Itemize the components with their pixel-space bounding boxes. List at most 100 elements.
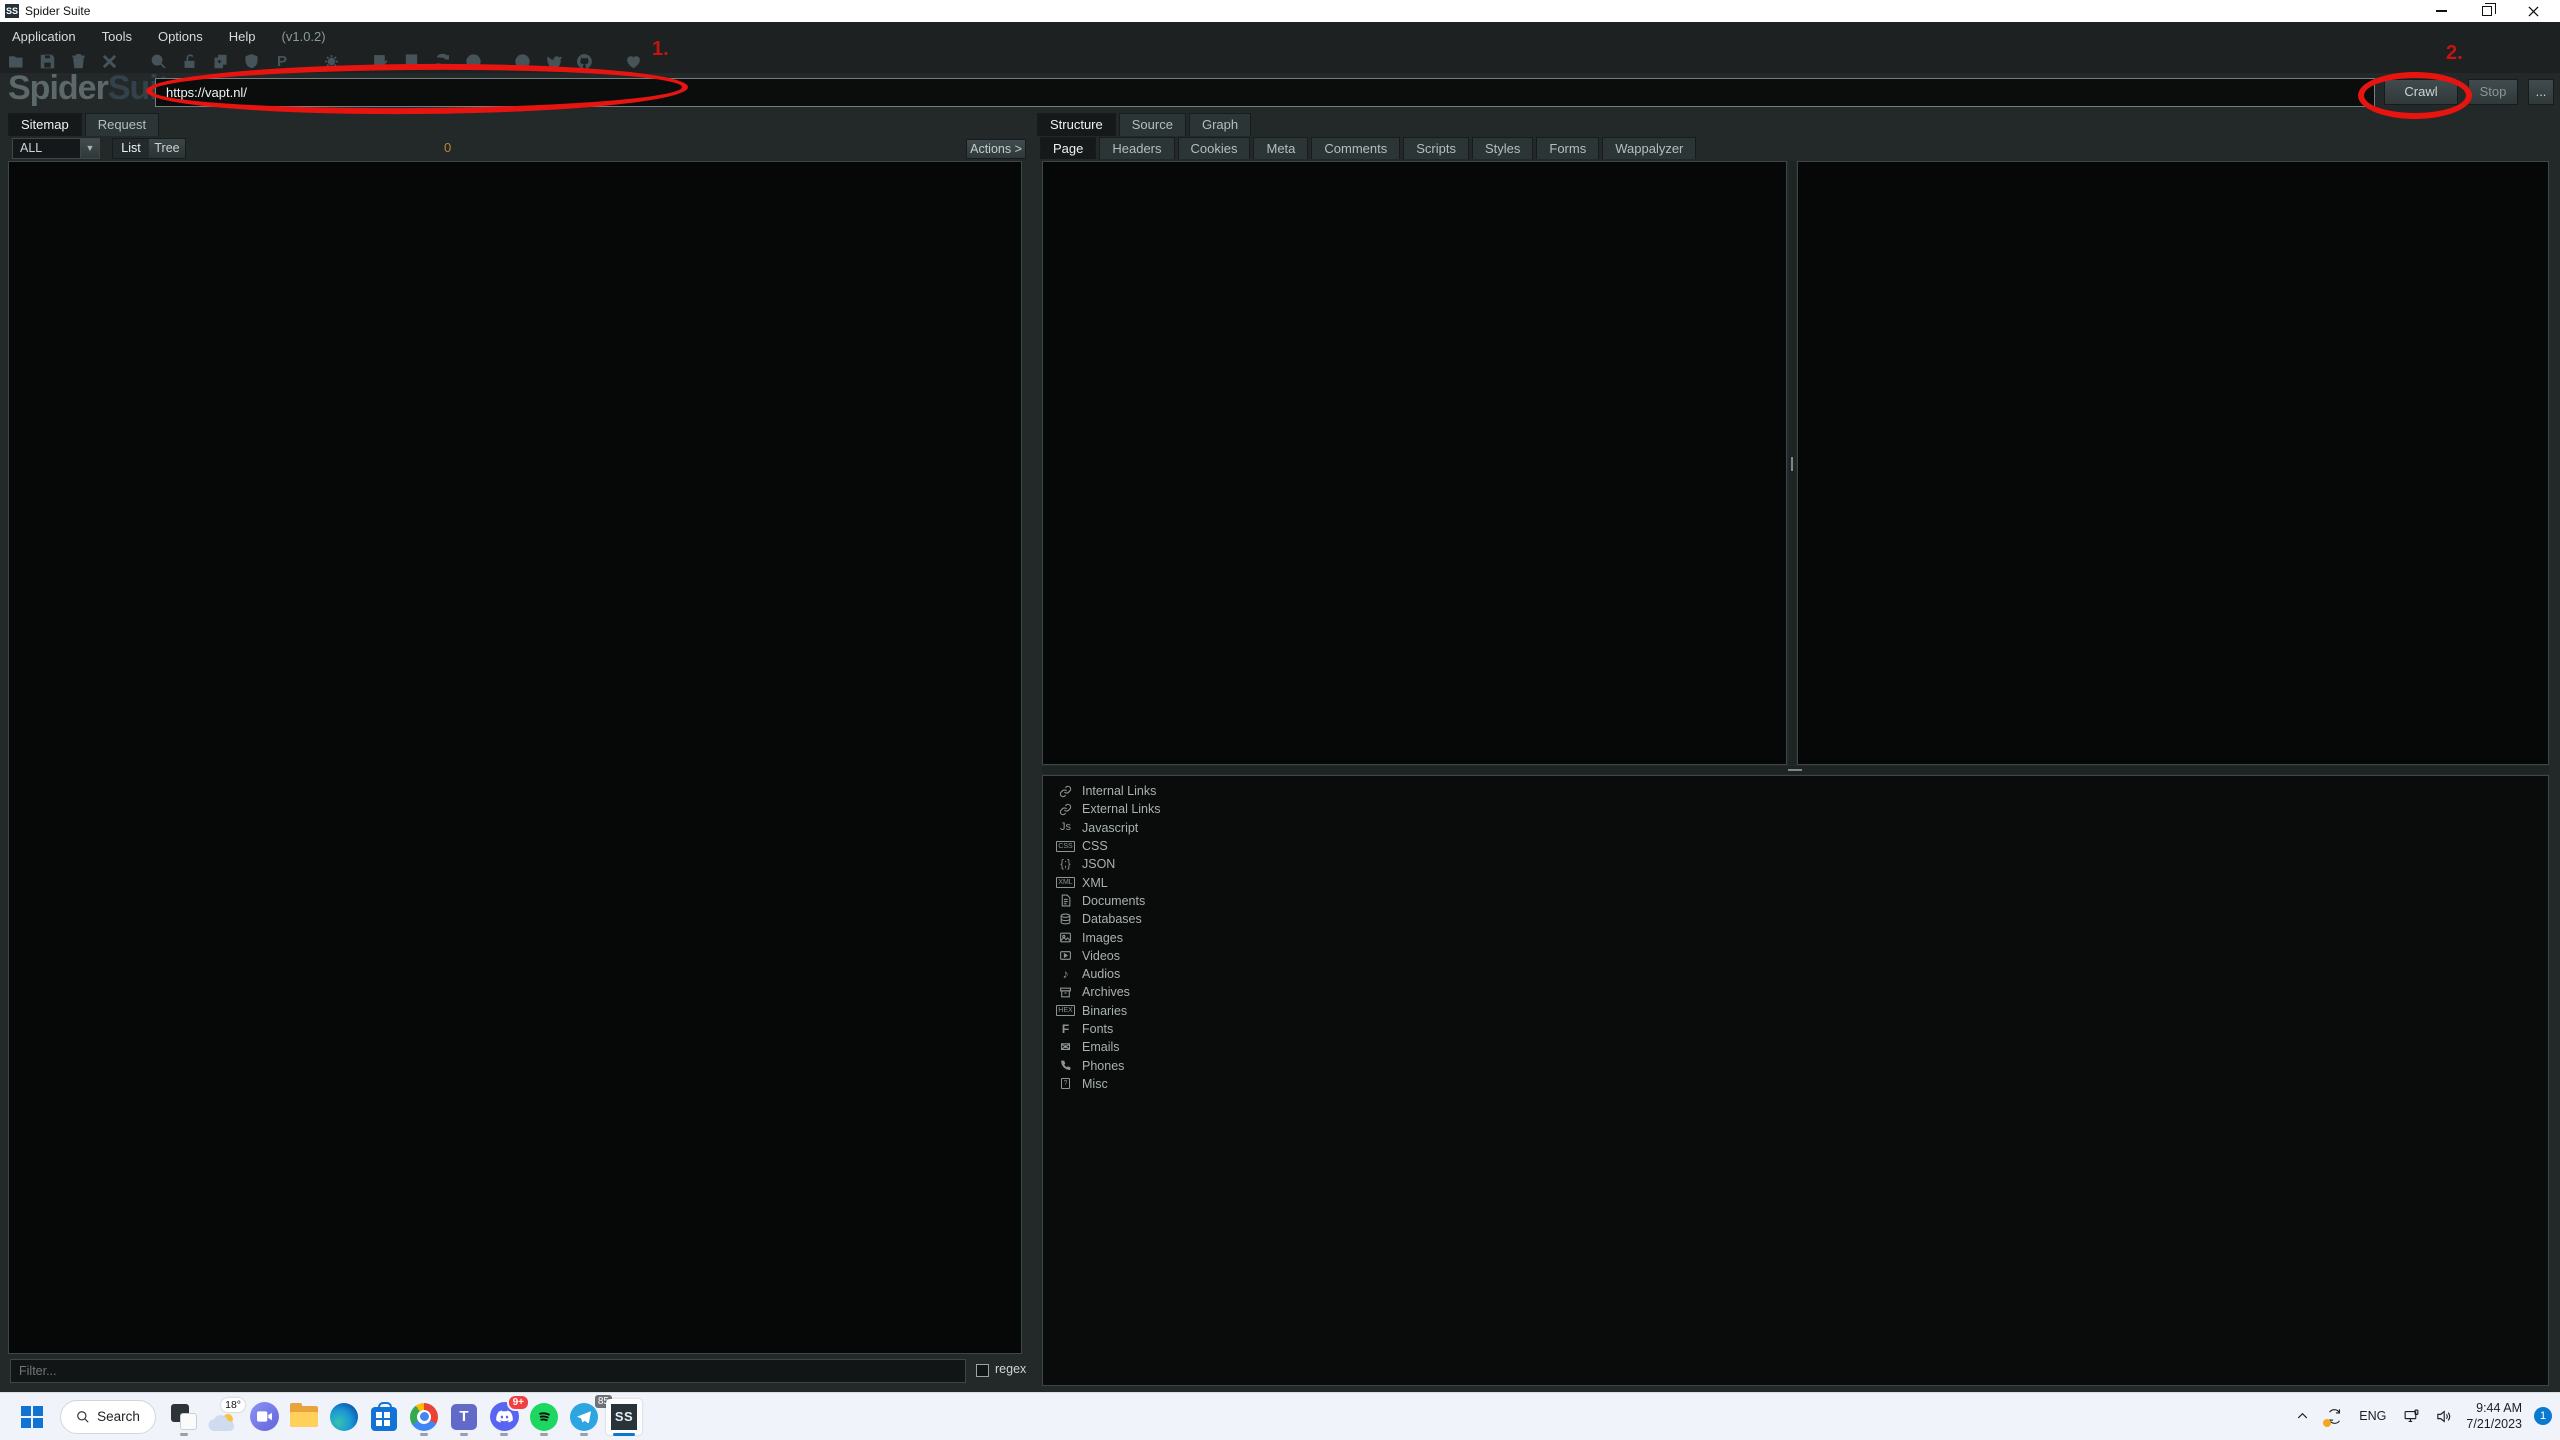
menu-help[interactable]: Help — [229, 29, 270, 44]
copy-icon[interactable] — [211, 53, 229, 71]
link-type-binaries[interactable]: HEXBinaries — [1057, 1002, 2548, 1020]
taskbar-file-explorer[interactable] — [284, 1397, 324, 1437]
archive-icon — [1057, 986, 1074, 999]
settings-gear-icon[interactable] — [322, 53, 340, 71]
page-detail-pane-left[interactable] — [1042, 161, 1787, 765]
link-type-databases[interactable]: Databases — [1057, 910, 2548, 928]
info-icon[interactable] — [464, 53, 482, 71]
link-type-fonts[interactable]: FFonts — [1057, 1020, 2548, 1038]
tab-structure[interactable]: Structure — [1037, 113, 1116, 136]
link-type-xml[interactable]: XMLXML — [1057, 873, 2548, 891]
list-view-button[interactable]: List — [113, 139, 149, 158]
link-type-images[interactable]: Images — [1057, 928, 2548, 946]
shield-icon[interactable] — [242, 53, 260, 71]
menu-application[interactable]: Application — [12, 29, 90, 44]
tray-chevron-up-icon[interactable] — [2289, 1401, 2315, 1431]
start-button[interactable] — [12, 1397, 52, 1437]
weather-temp: 18° — [221, 1398, 245, 1412]
tab-graph[interactable]: Graph — [1189, 113, 1251, 136]
subtab-comments[interactable]: Comments — [1311, 137, 1400, 159]
link-type-emails[interactable]: ✉Emails — [1057, 1038, 2548, 1056]
refresh-icon[interactable] — [433, 53, 451, 71]
network-icon[interactable] — [2398, 1401, 2424, 1431]
link-type-json[interactable]: {;}JSON — [1057, 855, 2548, 873]
browser-icon[interactable] — [513, 53, 531, 71]
subtab-wappalyzer[interactable]: Wappalyzer — [1602, 137, 1696, 159]
twitter-icon[interactable] — [544, 53, 562, 71]
subtab-styles[interactable]: Styles — [1472, 137, 1533, 159]
proxy-icon[interactable]: P — [273, 53, 291, 71]
search-icon[interactable] — [149, 53, 167, 71]
notes-icon[interactable] — [371, 53, 389, 71]
heart-icon[interactable] — [624, 53, 642, 71]
actions-button[interactable]: Actions > — [966, 139, 1026, 159]
taskbar-teams[interactable]: T — [444, 1397, 484, 1437]
link-type-audios[interactable]: ♪Audios — [1057, 965, 2548, 983]
vertical-splitter[interactable] — [1789, 161, 1796, 765]
taskbar-chrome[interactable] — [404, 1397, 444, 1437]
taskbar-telegram[interactable]: 85 — [564, 1397, 604, 1437]
open-folder-icon[interactable] — [7, 53, 25, 71]
link-type-javascript[interactable]: JsJavascript — [1057, 819, 2548, 837]
taskbar-spider-suite[interactable]: SS — [604, 1397, 644, 1437]
page-detail-pane-right[interactable] — [1797, 161, 2549, 765]
notification-badge[interactable]: 1 — [2534, 1407, 2552, 1425]
task-view-button[interactable] — [164, 1397, 204, 1437]
menu-tools[interactable]: Tools — [102, 29, 146, 44]
tab-request[interactable]: Request — [85, 113, 159, 136]
weather-widget[interactable]: 18° — [204, 1397, 244, 1437]
taskbar-spotify[interactable] — [524, 1397, 564, 1437]
stop-button[interactable]: Stop — [2468, 79, 2518, 105]
github-icon[interactable] — [575, 53, 593, 71]
link-type-external-links[interactable]: External Links — [1057, 800, 2548, 818]
trash-icon[interactable] — [69, 53, 87, 71]
taskbar-store[interactable] — [364, 1397, 404, 1437]
restore-button[interactable] — [2464, 0, 2510, 22]
clock[interactable]: 9:44 AM 7/21/2023 — [2462, 1400, 2526, 1433]
link-type-internal-links[interactable]: Internal Links — [1057, 782, 2548, 800]
subtab-page[interactable]: Page — [1040, 137, 1096, 159]
volume-icon[interactable] — [2430, 1401, 2456, 1431]
sitemap-filter-dropdown[interactable]: ALL ▼ — [12, 138, 100, 159]
regex-checkbox[interactable] — [976, 1364, 989, 1377]
subtab-cookies[interactable]: Cookies — [1178, 137, 1251, 159]
sync-status-dot — [2323, 1419, 2331, 1427]
taskbar-chat[interactable] — [244, 1397, 284, 1437]
tray-sync-icon[interactable] — [2321, 1401, 2347, 1431]
tab-sitemap[interactable]: Sitemap — [8, 113, 82, 136]
link-icon — [1057, 803, 1074, 816]
language-indicator[interactable]: ENG — [2353, 1409, 2392, 1423]
subtab-headers[interactable]: Headers — [1099, 137, 1174, 159]
subtab-scripts[interactable]: Scripts — [1403, 137, 1469, 159]
close-x-icon[interactable] — [100, 53, 118, 71]
tree-view-button[interactable]: Tree — [149, 139, 185, 158]
save-icon[interactable] — [38, 53, 56, 71]
menu-options[interactable]: Options — [158, 29, 217, 44]
link-type-videos[interactable]: Videos — [1057, 947, 2548, 965]
link-type-misc[interactable]: ?Misc — [1057, 1075, 2548, 1093]
horizontal-splitter[interactable] — [1042, 766, 2549, 774]
link-type-documents[interactable]: Documents — [1057, 892, 2548, 910]
version-label: (v1.0.2) — [282, 29, 326, 44]
more-options-button[interactable]: ... — [2528, 79, 2554, 105]
link-type-css[interactable]: CSSCSS — [1057, 837, 2548, 855]
tab-source[interactable]: Source — [1119, 113, 1186, 136]
link-type-phones[interactable]: Phones — [1057, 1056, 2548, 1074]
filter-input[interactable] — [10, 1359, 966, 1383]
toolbar: P — [0, 50, 2560, 73]
title-bar: SS Spider Suite — [0, 0, 2560, 22]
taskbar-edge[interactable] — [324, 1397, 364, 1437]
subtab-meta[interactable]: Meta — [1253, 137, 1308, 159]
minimize-button[interactable] — [2418, 0, 2464, 22]
sitemap-list-area[interactable] — [8, 161, 1022, 1354]
url-input[interactable] — [155, 78, 2375, 107]
taskbar-discord[interactable]: 9+ — [484, 1397, 524, 1437]
crawl-button[interactable]: Crawl — [2384, 79, 2458, 105]
taskbar-search[interactable]: Search — [60, 1400, 156, 1434]
video-icon — [1057, 949, 1074, 962]
link-type-archives[interactable]: Archives — [1057, 983, 2548, 1001]
subtab-forms[interactable]: Forms — [1536, 137, 1599, 159]
report-icon[interactable] — [402, 53, 420, 71]
unlock-icon[interactable] — [180, 53, 198, 71]
close-button[interactable] — [2510, 0, 2556, 22]
